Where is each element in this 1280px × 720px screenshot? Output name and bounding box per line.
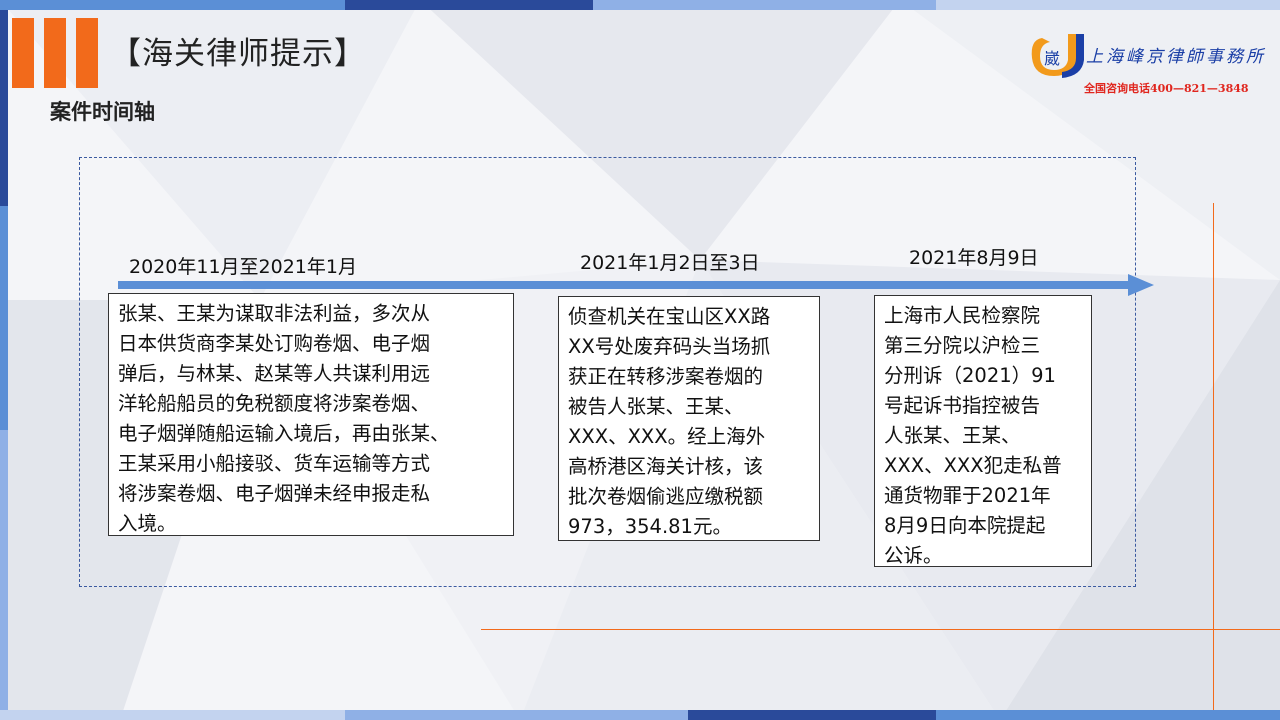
event-line: 人张某、王某、 [884,424,1021,447]
accent-bar [76,18,98,88]
title-accent-bars [12,18,98,88]
bottom-color-strip [0,710,1280,720]
event-date-1: 2020年11月至2021年1月 [129,256,357,278]
event-line: XXX、XXX犯走私普 [884,454,1062,477]
event-box-1: 张某、王某为谋取非法利益，多次从 日本供货商李某处订购卷烟、电子烟 弹后，与林某… [108,293,514,536]
event-line: 973，354.81元。 [568,515,732,538]
event-line: XXX、XXX。经上海外 [568,425,766,448]
event-line: 日本供货商李某处订购卷烟、电子烟 [118,332,431,355]
accent-bar [12,18,34,88]
event-line: XX号处废弃码头当场抓 [568,335,771,358]
event-line: 通货物罪于2021年 [884,484,1051,507]
event-line: 8月9日向本院提起 [884,514,1046,537]
event-line: 将涉案卷烟、电子烟弹未经申报走私 [118,482,431,505]
firm-name: 上海峰京律師事務所 [1086,47,1266,67]
event-line: 被告人张某、王某、 [568,395,744,418]
hotline-text: 全国咨询电话400—821—3848 [1084,82,1249,95]
accent-bar [44,18,66,88]
event-line: 弹后，与林某、赵某等人共谋利用远 [118,362,431,385]
event-line: 入境。 [118,512,177,535]
event-line: 上海市人民检察院 [884,304,1041,327]
event-line: 侦查机关在宝山区XX路 [568,305,771,328]
event-date-3: 2021年8月9日 [909,247,1039,269]
left-edge-strip [0,10,8,710]
top-color-strip [0,0,1280,10]
event-line: 洋轮船船员的免税额度将涉案卷烟、 [118,392,431,415]
event-line: 号起诉书指控被告 [884,394,1041,417]
event-box-2: 侦查机关在宝山区XX路 XX号处废弃码头当场抓 获正在转移涉案卷烟的 被告人张某… [558,296,820,541]
decorative-orange-line [481,629,1280,630]
event-line: 分刑诉（2021）91 [884,364,1056,387]
page-subtitle: 案件时间轴 [50,100,155,124]
decorative-orange-line [1213,203,1214,710]
event-line: 电子烟弹随船运输入境后，再由张某、 [118,422,450,445]
firm-logo-icon: 崴 [1031,34,1084,78]
event-date-2: 2021年1月2日至3日 [580,252,760,274]
event-line: 批次卷烟偷逃应缴税额 [568,485,764,508]
event-box-3: 上海市人民检察院 第三分院以沪检三 分刑诉（2021）91 号起诉书指控被告 人… [874,295,1092,567]
logo-text: 崴 [1044,49,1060,68]
event-line: 高桥港区海关计核，该 [568,455,764,478]
event-line: 张某、王某为谋取非法利益，多次从 [118,302,431,325]
event-line: 第三分院以沪检三 [884,334,1041,357]
event-line: 公诉。 [884,544,943,567]
event-line: 王某采用小船接驳、货车运输等方式 [118,452,431,475]
page-title: 【海关律师提示】 [110,36,366,72]
event-line: 获正在转移涉案卷烟的 [568,365,764,388]
